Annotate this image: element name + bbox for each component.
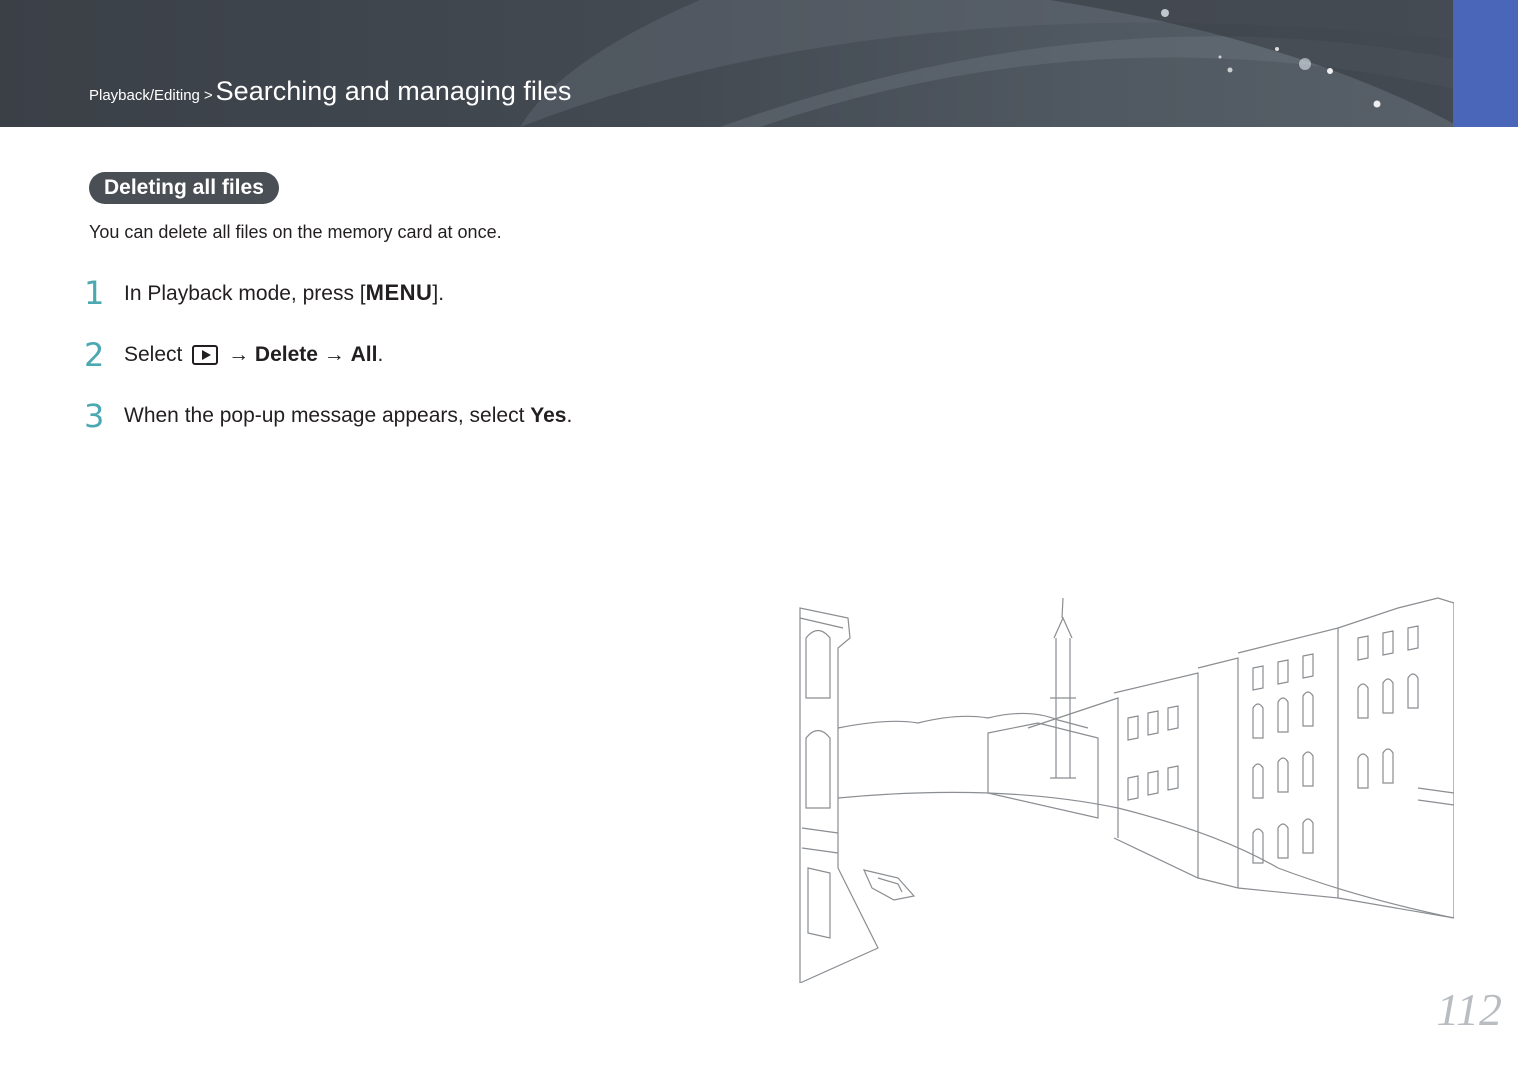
step-text: Select → Delete → All. [124,343,383,367]
header-decoration [520,0,1460,127]
breadcrumb: Playback/Editing > Searching and managing … [89,76,571,107]
step-number: 2 [84,336,105,374]
breadcrumb-current: Searching and managing files [215,76,572,106]
chapter-tab [1453,0,1518,127]
menu-option-delete: Delete [254,343,318,366]
step-text-before: Select [124,343,183,366]
playback-icon [192,345,219,366]
step-text: In Playback mode, press [MENU]. [124,280,444,306]
step-number: 1 [84,274,105,312]
venice-canal-illustration [799,597,1454,983]
breadcrumb-parent[interactable]: Playback/Editing [89,87,200,104]
step-text-before: In Playback mode, press [ [124,282,366,305]
option-yes: Yes [530,404,567,427]
menu-key-label: MENU [365,280,433,305]
step-2: 2 Select → Delete → All. [84,336,383,374]
step-number: 3 [84,397,105,435]
menu-option-all: All [350,343,378,366]
breadcrumb-separator: > [203,87,213,104]
step-text: When the pop-up message appears, select … [124,404,572,428]
step-3: 3 When the pop-up message appears, selec… [84,397,572,435]
step-text-before: When the pop-up message appears, select [124,404,531,427]
step-text-after: . [377,343,384,366]
page-number: 112 [1436,984,1502,1035]
arrow: → [228,343,250,366]
section-intro: You can delete all files on the memory c… [89,222,502,242]
step-text-after: ]. [432,282,445,305]
section-title: Deleting all files [89,172,279,204]
step-1: 1 In Playback mode, press [MENU]. [84,274,444,312]
page-header: Playback/Editing > Searching and managing … [0,0,1518,127]
step-text-after: . [566,404,573,427]
arrow: → [323,343,345,366]
